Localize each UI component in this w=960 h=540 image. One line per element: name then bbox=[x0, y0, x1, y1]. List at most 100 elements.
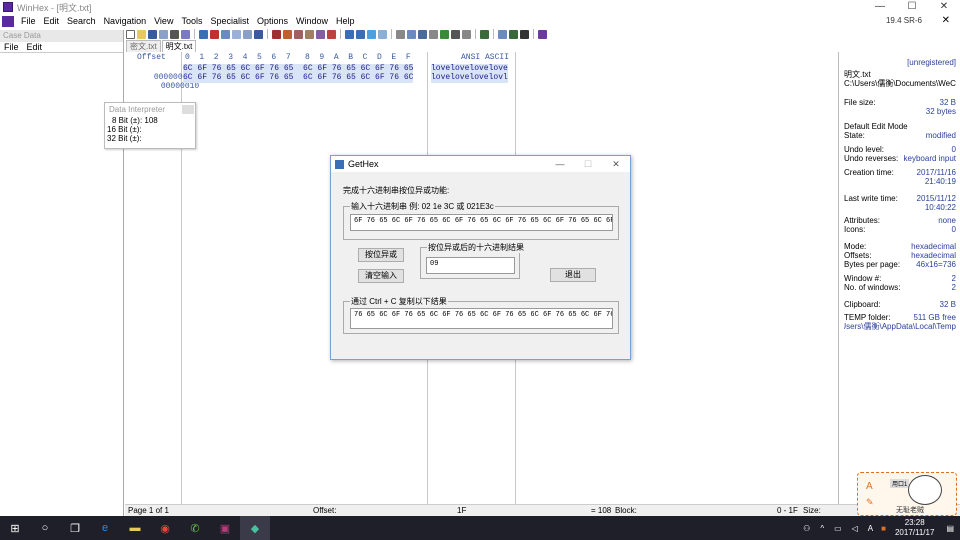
find-next-icon[interactable] bbox=[327, 29, 336, 39]
edge-browser-icon[interactable]: e bbox=[90, 516, 120, 540]
input-language[interactable]: A bbox=[868, 524, 873, 533]
info-label: Creation time: bbox=[844, 168, 894, 177]
toolbar bbox=[125, 28, 960, 40]
tile-windows-icon[interactable] bbox=[498, 29, 507, 39]
winhex-taskbar-icon[interactable]: ▣ bbox=[210, 516, 240, 540]
hash-icon[interactable] bbox=[440, 29, 449, 39]
mascot-text: 无耻老贼 bbox=[896, 507, 924, 514]
gethex-dialog: GetHex — ☐ ✕ 完成十六进制串按位异或功能: 输入十六进制串 例: 0… bbox=[330, 155, 631, 360]
maximize-button[interactable]: ☐ bbox=[896, 0, 928, 14]
paste-write-icon[interactable] bbox=[243, 29, 252, 39]
info-label: Last write time: bbox=[844, 194, 898, 203]
menu-tools[interactable]: Tools bbox=[177, 16, 206, 26]
paste-icon[interactable] bbox=[232, 29, 241, 39]
data-interpreter-window[interactable]: Data Interpreter 8 Bit (±): 108 16 Bit (… bbox=[104, 102, 196, 149]
back-arrow-icon[interactable] bbox=[367, 29, 376, 39]
find-again-icon[interactable] bbox=[316, 29, 325, 39]
cortana-icon[interactable]: ○ bbox=[30, 516, 60, 540]
properties-icon[interactable] bbox=[181, 29, 190, 39]
find-text-icon[interactable] bbox=[272, 29, 281, 39]
clear-input-button[interactable]: 清空输入 bbox=[358, 269, 404, 283]
dialog-close-button[interactable]: ✕ bbox=[602, 156, 630, 172]
notification-icon[interactable]: ▤ bbox=[946, 524, 954, 533]
copy-icon[interactable] bbox=[221, 29, 230, 39]
info-label: Undo level: bbox=[844, 145, 885, 154]
undo-icon[interactable] bbox=[199, 29, 208, 39]
open-ram-icon[interactable] bbox=[407, 29, 416, 39]
case-menu-file[interactable]: File bbox=[0, 42, 23, 52]
info-row: No. of windows: 2 bbox=[844, 283, 956, 292]
info-row: Creation time: 2017/11/16 bbox=[844, 168, 956, 177]
minimize-button[interactable]: — bbox=[864, 0, 896, 14]
disk-editor-icon[interactable] bbox=[418, 29, 427, 39]
volume-icon[interactable]: ◁ bbox=[852, 524, 858, 533]
menu-help[interactable]: Help bbox=[332, 16, 359, 26]
document-close-button[interactable]: ✕ bbox=[942, 15, 950, 26]
data-interpreter-close-button[interactable] bbox=[182, 105, 194, 114]
tab-plaintext[interactable]: 明文.txt bbox=[161, 40, 197, 52]
goto-offset-icon[interactable] bbox=[345, 29, 354, 39]
chrome-icon[interactable]: ◉ bbox=[150, 516, 180, 540]
title-bar: WinHex - [明文.txt] — ☐ ✕ bbox=[0, 0, 960, 14]
file-explorer-icon[interactable]: ▬ bbox=[120, 516, 150, 540]
row-ascii[interactable]: lovelovelovelovl bbox=[431, 73, 508, 83]
info-row: Undo level: 0 bbox=[844, 145, 956, 154]
new-file-icon[interactable] bbox=[126, 29, 135, 39]
info-row: Attributes: none bbox=[844, 216, 956, 225]
dialog-minimize-button[interactable]: — bbox=[546, 156, 574, 172]
show-hidden-icons[interactable]: ^ bbox=[820, 524, 824, 533]
status-value: = 108 bbox=[591, 506, 612, 515]
status-block-label: Block: bbox=[615, 506, 637, 515]
wechat-icon[interactable]: ✆ bbox=[180, 516, 210, 540]
exit-button[interactable]: 退出 bbox=[550, 268, 596, 282]
network-icon[interactable]: ▭ bbox=[834, 524, 842, 533]
people-icon[interactable]: ⚇ bbox=[803, 524, 810, 533]
task-view-icon[interactable]: ❐ bbox=[60, 516, 90, 540]
menu-search[interactable]: Search bbox=[63, 16, 100, 26]
row-hex-bytes[interactable]: 6C 6F 76 65 6C 6F 76 65 6C 6F 76 65 6C 6… bbox=[183, 73, 414, 83]
gethex-taskbar-icon[interactable]: ◆ bbox=[240, 516, 270, 540]
replace-text-icon[interactable] bbox=[294, 29, 303, 39]
replace-hex-icon[interactable] bbox=[305, 29, 314, 39]
template-icon[interactable] bbox=[462, 29, 471, 39]
system-clock[interactable]: 23:28 2017/11/17 bbox=[895, 518, 934, 538]
cascade-windows-icon[interactable] bbox=[509, 29, 518, 39]
menu-view[interactable]: View bbox=[150, 16, 177, 26]
tab-ciphertext[interactable]: 密文.txt bbox=[126, 40, 161, 52]
info-label: Offsets: bbox=[844, 251, 872, 260]
input-method-icon[interactable]: ■ bbox=[881, 524, 886, 533]
hex-column-header: 0 1 2 3 4 5 6 7 8 9 A B C D E F bbox=[185, 53, 411, 62]
menu-specialist[interactable]: Specialist bbox=[206, 16, 253, 26]
menu-options[interactable]: Options bbox=[253, 16, 292, 26]
print-icon[interactable] bbox=[170, 29, 179, 39]
goto-sector-icon[interactable] bbox=[356, 29, 365, 39]
clipboard-icon[interactable] bbox=[254, 29, 263, 39]
hex-input-field[interactable]: 6F 76 65 6C 6F 76 65 6C 6F 76 65 6C 6F 7… bbox=[350, 214, 613, 231]
forward-arrow-icon[interactable] bbox=[378, 29, 387, 39]
menu-file[interactable]: File bbox=[17, 16, 40, 26]
cut-icon[interactable] bbox=[210, 29, 219, 39]
menu-window[interactable]: Window bbox=[292, 16, 332, 26]
clock-date: 2017/11/17 bbox=[894, 528, 935, 537]
copy-result-field[interactable]: 76 65 6C 6F 76 65 6C 6F 76 65 6C 6F 76 6… bbox=[350, 308, 613, 329]
xor-button[interactable]: 按位异或 bbox=[358, 248, 404, 262]
browser-icon[interactable] bbox=[480, 29, 489, 39]
play-icon[interactable] bbox=[520, 29, 529, 39]
menu-edit[interactable]: Edit bbox=[40, 16, 64, 26]
save-icon[interactable] bbox=[148, 29, 157, 39]
open-file-icon[interactable] bbox=[137, 29, 146, 39]
find-hex-icon[interactable] bbox=[283, 29, 292, 39]
status-size-label: Size: bbox=[803, 506, 821, 515]
open-disk-icon[interactable] bbox=[396, 29, 405, 39]
start-button[interactable]: ⊞ bbox=[0, 516, 30, 540]
calculator-icon[interactable] bbox=[429, 29, 438, 39]
menu-navigation[interactable]: Navigation bbox=[100, 16, 151, 26]
save-all-icon[interactable] bbox=[159, 29, 168, 39]
analyze-icon[interactable] bbox=[451, 29, 460, 39]
xor-result-field[interactable]: 09 bbox=[426, 257, 515, 274]
mascot-overlay[interactable]: A ✎ 用口1 无耻老贼 bbox=[857, 472, 957, 516]
eraser-icon[interactable] bbox=[538, 29, 547, 39]
close-button[interactable]: ✕ bbox=[928, 0, 960, 14]
case-data-menu: File Edit bbox=[0, 42, 123, 53]
case-menu-edit[interactable]: Edit bbox=[23, 42, 47, 52]
